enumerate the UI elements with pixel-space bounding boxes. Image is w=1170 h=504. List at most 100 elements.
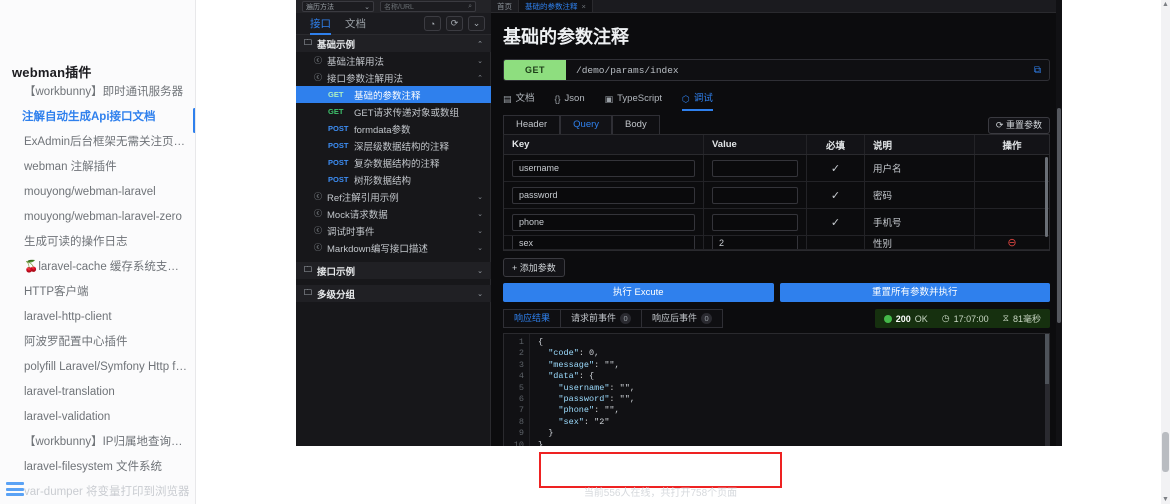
tree-item-label: 树形数据结构: [354, 175, 412, 187]
chevron-down-icon[interactable]: ⌄: [477, 227, 483, 235]
code-line-number: 6: [518, 394, 524, 405]
tab-debug[interactable]: ⬡ 调试: [682, 87, 713, 111]
tree-api-item[interactable]: GET 基础的参数注释: [296, 86, 491, 103]
sidebar-item[interactable]: HTTP客户端: [0, 280, 195, 305]
tree-folder-item[interactable]: 🗀 接口示例 ⌄: [296, 262, 491, 279]
execute-button[interactable]: 执行 Excute: [503, 283, 774, 302]
sidebar-item[interactable]: laravel-translation: [0, 380, 195, 405]
sidebar-item[interactable]: var-dumper 将变量打印到浏览器: [0, 480, 195, 504]
tab-pre-request-events[interactable]: 请求前事件 0: [560, 309, 643, 328]
tab-response-result[interactable]: 响应结果: [503, 309, 562, 328]
add-param-button[interactable]: + 添加参数: [503, 258, 565, 277]
tab-typescript-label: TypeScript: [617, 93, 663, 104]
sidebar-item[interactable]: mouyong/webman-laravel-zero: [0, 205, 195, 230]
param-key-cell: [504, 209, 704, 235]
param-value-input[interactable]: [712, 213, 798, 231]
tree-doc-item[interactable]: ⓒ 调试时事件 ⌄: [296, 222, 491, 239]
tab-document[interactable]: ▤ 文档: [503, 87, 535, 111]
tab-post-response-events[interactable]: 响应后事件 0: [641, 309, 724, 328]
tab-header[interactable]: Header: [503, 115, 561, 134]
chevron-down-icon[interactable]: ⌄: [477, 244, 483, 252]
chevron-down-icon[interactable]: ⌄: [468, 16, 485, 31]
sidebar-item[interactable]: mouyong/webman-laravel: [0, 180, 195, 205]
scroll-down-icon[interactable]: ▼: [1161, 495, 1170, 504]
param-key-input[interactable]: [512, 186, 695, 204]
param-key-input[interactable]: [512, 159, 695, 177]
sidebar-item[interactable]: 🍒laravel-cache 缓存系统支持本地files/r...: [0, 255, 195, 280]
sidebar-item[interactable]: laravel-filesystem 文件系统: [0, 455, 195, 480]
param-key-input[interactable]: [512, 213, 695, 231]
sidebar-item[interactable]: 注解自动生成Api接口文档: [0, 105, 195, 130]
page-scrollbar[interactable]: ▲ ▼: [1161, 0, 1170, 504]
apidoc-panel-scrollbar[interactable]: [1056, 0, 1062, 446]
param-desc-cell: 性别: [865, 236, 975, 249]
apidoc-content: 基础的参数注释 GET /demo/params/index ⧉ ▤ 文档 {}…: [491, 13, 1062, 446]
tree-tab-interfaces[interactable]: 接口: [310, 13, 331, 35]
chevron-down-icon[interactable]: ⌄: [477, 210, 483, 218]
chevron-up-icon[interactable]: ⌃: [477, 40, 483, 48]
params-table-scrollbar[interactable]: [1045, 157, 1048, 237]
copy-icon[interactable]: ⧉: [1034, 65, 1049, 76]
folder-icon: 🗀: [304, 287, 312, 297]
tree-api-item[interactable]: GET GET请求传递对象或数组: [296, 103, 491, 120]
sidebar-item[interactable]: 阿波罗配置中心插件: [0, 330, 195, 355]
page-scrollbar-thumb[interactable]: [1162, 432, 1169, 472]
param-key-input[interactable]: [512, 236, 695, 249]
param-key-cell: [504, 182, 704, 208]
doc-tab-current[interactable]: 基础的参数注释 ×: [519, 0, 593, 12]
sidebar-item[interactable]: ExAdmin后台框架无需关注页面模板Java...: [0, 130, 195, 155]
hamburger-icon[interactable]: [6, 482, 24, 496]
tree-api-item[interactable]: POST 复杂数据结构的注释: [296, 154, 491, 171]
status-badge: 200 OK ◷ 17:07:00 ⧖ 81毫秒: [874, 309, 1050, 328]
tree-item-label: 基础的参数注释: [354, 90, 421, 102]
code-line: {: [538, 337, 544, 347]
tree-doc-item[interactable]: ⓒ 基础注解用法 ⌄: [296, 52, 491, 69]
sidebar-item[interactable]: laravel-http-client: [0, 305, 195, 330]
tab-document-label: 文档: [515, 93, 535, 104]
chevron-down-icon[interactable]: ⌄: [477, 193, 483, 201]
chevron-down-icon[interactable]: ⌄: [477, 57, 483, 65]
chevron-down-icon[interactable]: ⌄: [477, 290, 483, 298]
request-url[interactable]: /demo/params/index: [566, 65, 1034, 76]
code-line-number: 1: [518, 337, 524, 347]
tree-folder-item[interactable]: 🗀 多级分组 ⌄: [296, 285, 491, 302]
reset-and-execute-button[interactable]: 重置所有参数并执行: [779, 283, 1050, 302]
tag-icon[interactable]: ◔: [424, 16, 441, 31]
delete-icon[interactable]: ⊖: [1007, 236, 1016, 249]
sidebar-item[interactable]: webman 注解插件: [0, 155, 195, 180]
reset-params-button[interactable]: ⟳ 重置参数: [987, 117, 1050, 134]
doc-tab-home[interactable]: 首页: [491, 0, 519, 12]
sidebar-item[interactable]: 生成可读的操作日志: [0, 230, 195, 255]
sidebar-item[interactable]: 【workbunny】即时通讯服务器: [0, 80, 195, 105]
chevron-down-icon[interactable]: ⌄: [477, 267, 483, 275]
close-icon[interactable]: ×: [582, 2, 586, 11]
tree-doc-item[interactable]: ⓒ 接口参数注解用法 ⌃: [296, 69, 491, 86]
refresh-icon[interactable]: ⟳: [446, 16, 463, 31]
tree-node-list: 🗀 基础示例 ⌃ ⓒ 基础注解用法 ⌄ ⓒ 接口参数注解用法 ⌃ GET 基础的参数注释 GET GET…: [296, 35, 491, 446]
param-value-input[interactable]: [712, 186, 798, 204]
tab-json[interactable]: {} Json: [555, 87, 585, 111]
tree-api-item[interactable]: POST formdata参数: [296, 120, 491, 137]
tab-body[interactable]: Body: [612, 115, 660, 134]
tree-api-item[interactable]: POST 深层级数据结构的注释: [296, 137, 491, 154]
tree-doc-item[interactable]: ⓒ Ref注解引用示例 ⌄: [296, 188, 491, 205]
code-content[interactable]: { "code": 0, "message": "", "data": { "u…: [530, 334, 1045, 446]
chevron-up-icon[interactable]: ⌃: [477, 74, 483, 82]
tree-search-input[interactable]: 名称/URL ⌕: [380, 1, 476, 12]
tab-query[interactable]: Query: [560, 115, 613, 134]
tree-tab-docs[interactable]: 文档: [345, 13, 366, 35]
tree-folder-item[interactable]: 🗀 基础示例 ⌃: [296, 35, 491, 52]
code-scrollbar[interactable]: [1045, 334, 1049, 446]
tree-doc-item[interactable]: ⓒ Markdown编写接口描述 ⌄: [296, 239, 491, 256]
tree-filter-select[interactable]: 遍历方法 ⌄: [302, 1, 374, 12]
tab-typescript[interactable]: ▣ TypeScript: [605, 87, 662, 111]
tree-api-item[interactable]: POST 树形数据结构: [296, 171, 491, 188]
param-value-input[interactable]: [712, 236, 798, 249]
sidebar-item[interactable]: polyfill Laravel/Symfony Http for webman: [0, 355, 195, 380]
sidebar-item[interactable]: laravel-validation: [0, 405, 195, 430]
sidebar-item[interactable]: 【workbunny】IP归属地查询插件: [0, 430, 195, 455]
tree-doc-item[interactable]: ⓒ Mock请求数据 ⌄: [296, 205, 491, 222]
param-value-input[interactable]: [712, 159, 798, 177]
scroll-up-icon[interactable]: ▲: [1161, 0, 1170, 9]
code-line-number: 3: [518, 359, 524, 370]
